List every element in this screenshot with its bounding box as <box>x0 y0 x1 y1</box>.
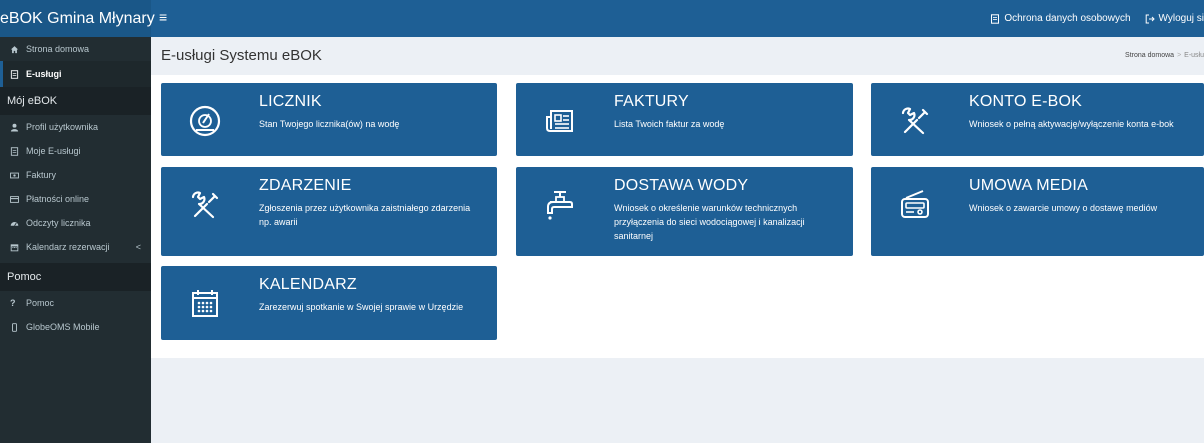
sidebar-item-invoices[interactable]: Faktury <box>0 163 151 187</box>
tile-dostawa-wody[interactable]: DOSTAWA WODY Wniosek o określenie warunk… <box>516 167 853 256</box>
document-icon <box>991 13 1000 24</box>
sidebar-item-booking-calendar[interactable]: Kalendarz rezerwacji < <box>0 235 151 259</box>
brand-logo[interactable]: eBOK Gmina Młynary <box>0 0 155 37</box>
sidebar-item-label: Strona domowa <box>26 44 90 54</box>
logout-link[interactable]: Wyloguj si <box>1145 13 1204 24</box>
sidebar-toggle-button[interactable]: ≡ <box>159 0 167 37</box>
tile-description: Zgłoszenia przez użytkownika zaistniałeg… <box>259 203 471 227</box>
tile-description: Stan Twojego licznika(ów) na wodę <box>259 119 400 129</box>
card-icon <box>10 195 19 203</box>
calendar-icon <box>10 243 19 251</box>
tile-title: UMOWA MEDIA <box>969 177 1088 194</box>
tile-title: LICZNIK <box>259 93 322 110</box>
file-icon <box>10 69 19 79</box>
sign-out-icon <box>1145 14 1155 23</box>
sidebar: Strona domowa E-usługi Mój eBOK Profil u… <box>0 37 151 443</box>
money-icon <box>10 172 19 178</box>
tile-description: Zarezerwuj spotkanie w Swojej sprawie w … <box>259 302 464 312</box>
tile-licznik[interactable]: LICZNIK Stan Twojego licznika(ów) na wod… <box>161 83 497 156</box>
home-icon <box>10 45 19 53</box>
tile-kalendarz[interactable]: KALENDARZ Zarezerwuj spotkanie w Swojej … <box>161 266 497 340</box>
tile-title: DOSTAWA WODY <box>614 177 749 194</box>
breadcrumb-current: E-usłu <box>1184 52 1204 59</box>
tools-icon <box>191 191 219 219</box>
sidebar-item-label: GlobeOMS Mobile <box>26 322 100 332</box>
sidebar-item-meter-readings[interactable]: Odczyty licznika <box>0 211 151 235</box>
radio-icon <box>901 190 929 218</box>
tachometer-icon <box>10 221 19 226</box>
sidebar-section-help: Pomoc <box>0 263 151 291</box>
tile-title: FAKTURY <box>614 93 689 110</box>
tile-zdarzenie[interactable]: ZDARZENIE Zgłoszenia przez użytkownika z… <box>161 167 497 256</box>
sidebar-item-label: Profil użytkownika <box>26 122 99 132</box>
sidebar-item-label: Faktury <box>26 170 57 180</box>
sidebar-item-e-uslugi[interactable]: E-usługi <box>0 61 151 87</box>
sidebar-item-profile[interactable]: Profil użytkownika <box>0 115 151 139</box>
privacy-label: Ochrona danych osobowych <box>1004 13 1131 24</box>
breadcrumb-home-link[interactable]: Strona domowa <box>1125 52 1174 59</box>
sidebar-item-label: Pomoc <box>26 298 55 308</box>
sidebar-item-online-payments[interactable]: Płatności online <box>0 187 151 211</box>
sidebar-item-label: Kalendarz rezerwacji <box>26 242 110 252</box>
tile-title: ZDARZENIE <box>259 177 352 194</box>
content-header: E-usługi Systemu eBOK Strona domowa > E-us… <box>151 37 1204 75</box>
sidebar-item-home[interactable]: Strona domowa <box>0 37 151 61</box>
question-icon: ? <box>10 297 16 308</box>
page-title: E-usługi Systemu eBOK <box>161 47 322 64</box>
faucet-icon <box>547 191 573 220</box>
mobile-icon <box>12 322 17 332</box>
user-icon <box>10 123 19 132</box>
privacy-link[interactable]: Ochrona danych osobowych <box>990 13 1131 24</box>
sidebar-item-my-services[interactable]: Moje E-usługi <box>0 139 151 163</box>
calendar-icon <box>192 290 218 317</box>
sidebar-item-label: Płatności online <box>26 194 90 204</box>
logout-label: Wyloguj si <box>1158 13 1204 24</box>
sidebar-item-label: Moje E-usługi <box>26 146 81 156</box>
tile-description: Wniosek o pełną aktywację/wyłączenie kon… <box>969 119 1174 129</box>
tile-konto-ebok[interactable]: KONTO E-BOK Wniosek o pełną aktywację/wy… <box>871 83 1204 156</box>
chevron-left-icon: < <box>135 242 141 252</box>
gauge-icon <box>189 105 221 137</box>
sidebar-item-label: E-usługi <box>26 69 62 79</box>
tile-title: KONTO E-BOK <box>969 93 1083 110</box>
top-right-links: Ochrona danych osobowych Wyloguj si <box>990 0 1204 37</box>
breadcrumb-separator: > <box>1177 52 1182 59</box>
tile-umowa-media[interactable]: UMOWA MEDIA Wniosek o zawarcie umowy o d… <box>871 167 1204 256</box>
tile-description: Lista Twoich faktur za wodę <box>614 119 725 129</box>
newspaper-icon <box>546 110 573 132</box>
tile-description: Wniosek o zawarcie umowy o dostawę medió… <box>969 203 1158 213</box>
sidebar-item-help[interactable]: ? Pomoc <box>0 291 151 315</box>
tools-icon <box>901 107 929 135</box>
breadcrumb: Strona domowa > E-usłu <box>1125 52 1204 59</box>
tile-description: Wniosek o określenie warunków techniczny… <box>614 203 805 241</box>
top-navbar: eBOK Gmina Młynary ≡ Ochrona danych osob… <box>0 0 1204 37</box>
content-background <box>151 358 1204 443</box>
tile-faktury[interactable]: FAKTURY Lista Twoich faktur za wodę <box>516 83 853 156</box>
sidebar-item-label: Odczyty licznika <box>26 218 91 228</box>
sidebar-item-globeoms-mobile[interactable]: GlobeOMS Mobile <box>0 315 151 339</box>
sidebar-section-my-ebok: Mój eBOK <box>0 87 151 115</box>
file-icon <box>10 146 19 156</box>
tile-title: KALENDARZ <box>259 276 357 293</box>
